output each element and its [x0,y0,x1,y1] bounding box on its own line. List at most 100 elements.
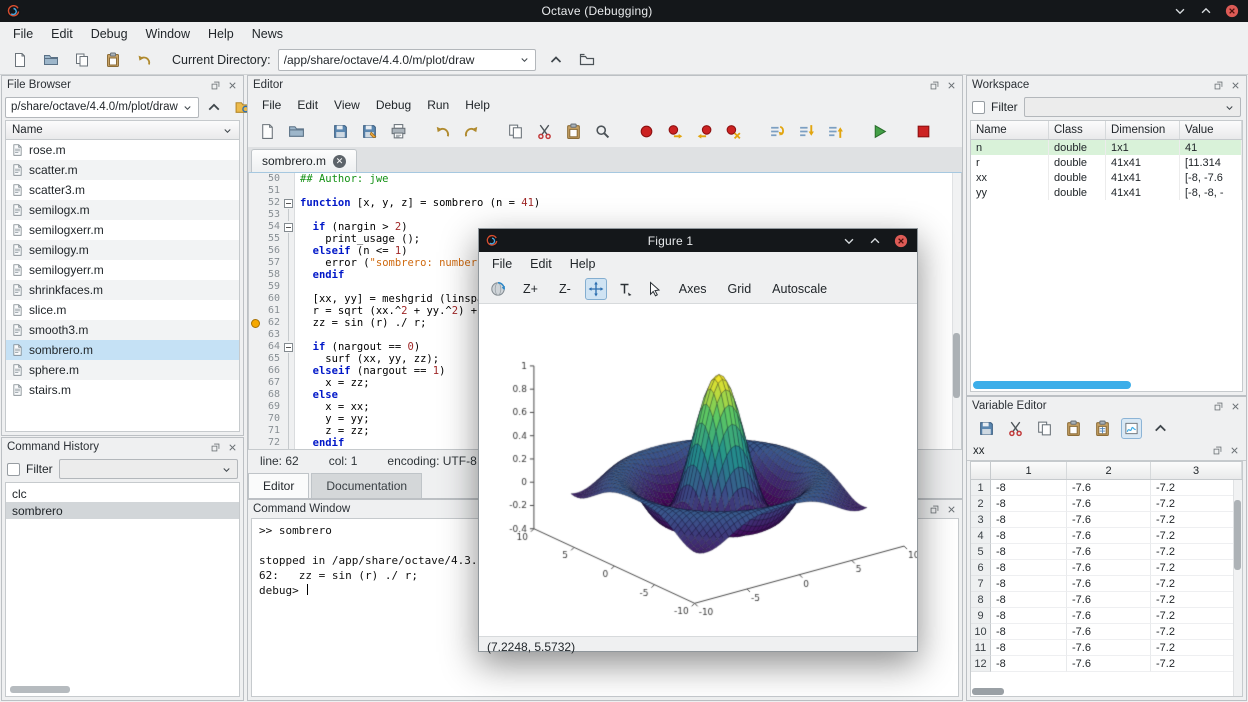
pan-tool-button[interactable] [585,278,607,300]
surface-plot[interactable] [479,304,917,631]
workspace-row[interactable]: rdouble41x41[11.314 [971,155,1242,170]
grid-cell[interactable]: -7.6 [1067,496,1151,512]
grid-row-header[interactable]: 8 [971,592,991,608]
axes-button[interactable]: Axes [672,280,714,298]
workspace-row[interactable]: yydouble41x41[-8, -8, - [971,185,1242,200]
menu-edit[interactable]: Edit [289,96,326,114]
grid-row-header[interactable]: 3 [971,512,991,528]
grid-cell[interactable]: -8 [991,576,1067,592]
file-item[interactable]: rose.m [6,140,239,160]
horizontal-scrollbar[interactable] [10,686,70,693]
redo-button[interactable] [461,121,482,142]
copy-button[interactable] [505,121,526,142]
grid-cell[interactable]: -7.6 [1067,608,1151,624]
grid-row-header[interactable]: 5 [971,544,991,560]
menu-view[interactable]: View [326,96,368,114]
grid-cell[interactable]: -8 [991,496,1067,512]
grid-cell[interactable]: -7.2 [1151,624,1242,640]
code-line[interactable]: 53 [249,209,961,221]
code-line[interactable]: 50## Author: jwe [249,173,961,185]
grid-row-header[interactable]: 10 [971,624,991,640]
grid-column-header[interactable]: 1 [991,462,1067,479]
grid-row-header[interactable]: 2 [971,496,991,512]
grid-cell[interactable]: -8 [991,528,1067,544]
grid-cell[interactable]: -7.6 [1067,592,1151,608]
save-button[interactable] [976,418,997,439]
cut-button[interactable] [1005,418,1026,439]
file-item[interactable]: semilogxerr.m [6,220,239,240]
menu-edit[interactable]: Edit [521,254,561,274]
paste-button[interactable] [563,121,584,142]
maximize-button[interactable] [1199,4,1213,18]
path-combo[interactable]: p/share/octave/4.4.0/m/plot/draw [5,97,199,118]
grid-cell[interactable]: -8 [991,608,1067,624]
close-panel-icon[interactable] [946,504,957,515]
bp-clear-button[interactable] [723,121,744,142]
grid-cell[interactable]: -8 [991,480,1067,496]
grid-cell[interactable]: -7.6 [1067,656,1151,672]
undock-icon[interactable] [929,504,940,515]
step-over-button[interactable] [767,121,788,142]
grid-cell[interactable]: -7.6 [1067,576,1151,592]
step-in-button[interactable] [796,121,817,142]
tab-sombrero[interactable]: sombrero.m ✕ [251,149,357,172]
find-button[interactable] [592,121,613,142]
menu-help[interactable]: Help [561,254,605,274]
autoscale-button[interactable]: Autoscale [765,280,834,298]
close-button[interactable] [894,234,908,248]
rotate-tool-button[interactable] [487,278,509,300]
bp-prev-button[interactable] [694,121,715,142]
grid-cell[interactable]: -7.2 [1151,592,1242,608]
open-button[interactable] [39,49,63,71]
grid-cell[interactable]: -7.6 [1067,560,1151,576]
continue-button[interactable] [869,121,890,142]
bp-next-button[interactable] [665,121,686,142]
menu-edit[interactable]: Edit [42,24,82,44]
history-item[interactable]: sombrero [6,502,239,519]
column-header[interactable]: Dimension [1106,121,1180,139]
close-panel-icon[interactable] [1230,80,1241,91]
stop-button[interactable] [913,121,934,142]
file-item[interactable]: semilogx.m [6,200,239,220]
undock-icon[interactable] [929,80,940,91]
file-item[interactable]: slice.m [6,300,239,320]
history-item[interactable]: clc [6,485,239,502]
filter-checkbox[interactable] [972,101,985,114]
grid-column-header[interactable]: 2 [1067,462,1151,479]
zoom-out-button[interactable]: Z- [552,280,578,298]
copy-button[interactable] [1034,418,1055,439]
file-item[interactable]: scatter.m [6,160,239,180]
up-button[interactable] [544,49,568,71]
filter-checkbox[interactable] [7,463,20,476]
grid-cell[interactable]: -7.6 [1067,528,1151,544]
menu-window[interactable]: Window [137,24,199,44]
new-script-button[interactable] [8,49,32,71]
close-panel-icon[interactable] [227,80,238,91]
file-item[interactable]: scatter3.m [6,180,239,200]
filter-combo[interactable] [59,459,238,479]
fold-toggle-icon[interactable] [284,343,293,352]
undo-button[interactable] [132,49,156,71]
close-panel-icon[interactable] [1230,401,1241,412]
grid-cell[interactable]: -7.6 [1067,624,1151,640]
menu-file[interactable]: File [483,254,521,274]
menu-file[interactable]: File [254,96,289,114]
menu-debug[interactable]: Debug [82,24,137,44]
undock-icon[interactable] [1213,80,1224,91]
browse-button[interactable] [575,49,599,71]
close-variable-icon[interactable] [1229,445,1240,456]
grid-cell[interactable]: -8 [991,640,1067,656]
name-column-header[interactable]: Name [6,121,239,140]
grid-cell[interactable]: -7.2 [1151,576,1242,592]
filter-combo[interactable] [1024,97,1241,117]
minimize-button[interactable] [842,234,856,248]
grid-cell[interactable]: -7.2 [1151,560,1242,576]
workspace-row[interactable]: xxdouble41x41[-8, -7.6 [971,170,1242,185]
close-panel-icon[interactable] [227,442,238,453]
save-button[interactable] [330,121,351,142]
editor-scrollbar[interactable] [952,173,961,449]
print-button[interactable] [388,121,409,142]
grid-cell[interactable]: -7.2 [1151,544,1242,560]
grid-cell[interactable]: -7.2 [1151,480,1242,496]
plot-button[interactable] [1121,418,1142,439]
